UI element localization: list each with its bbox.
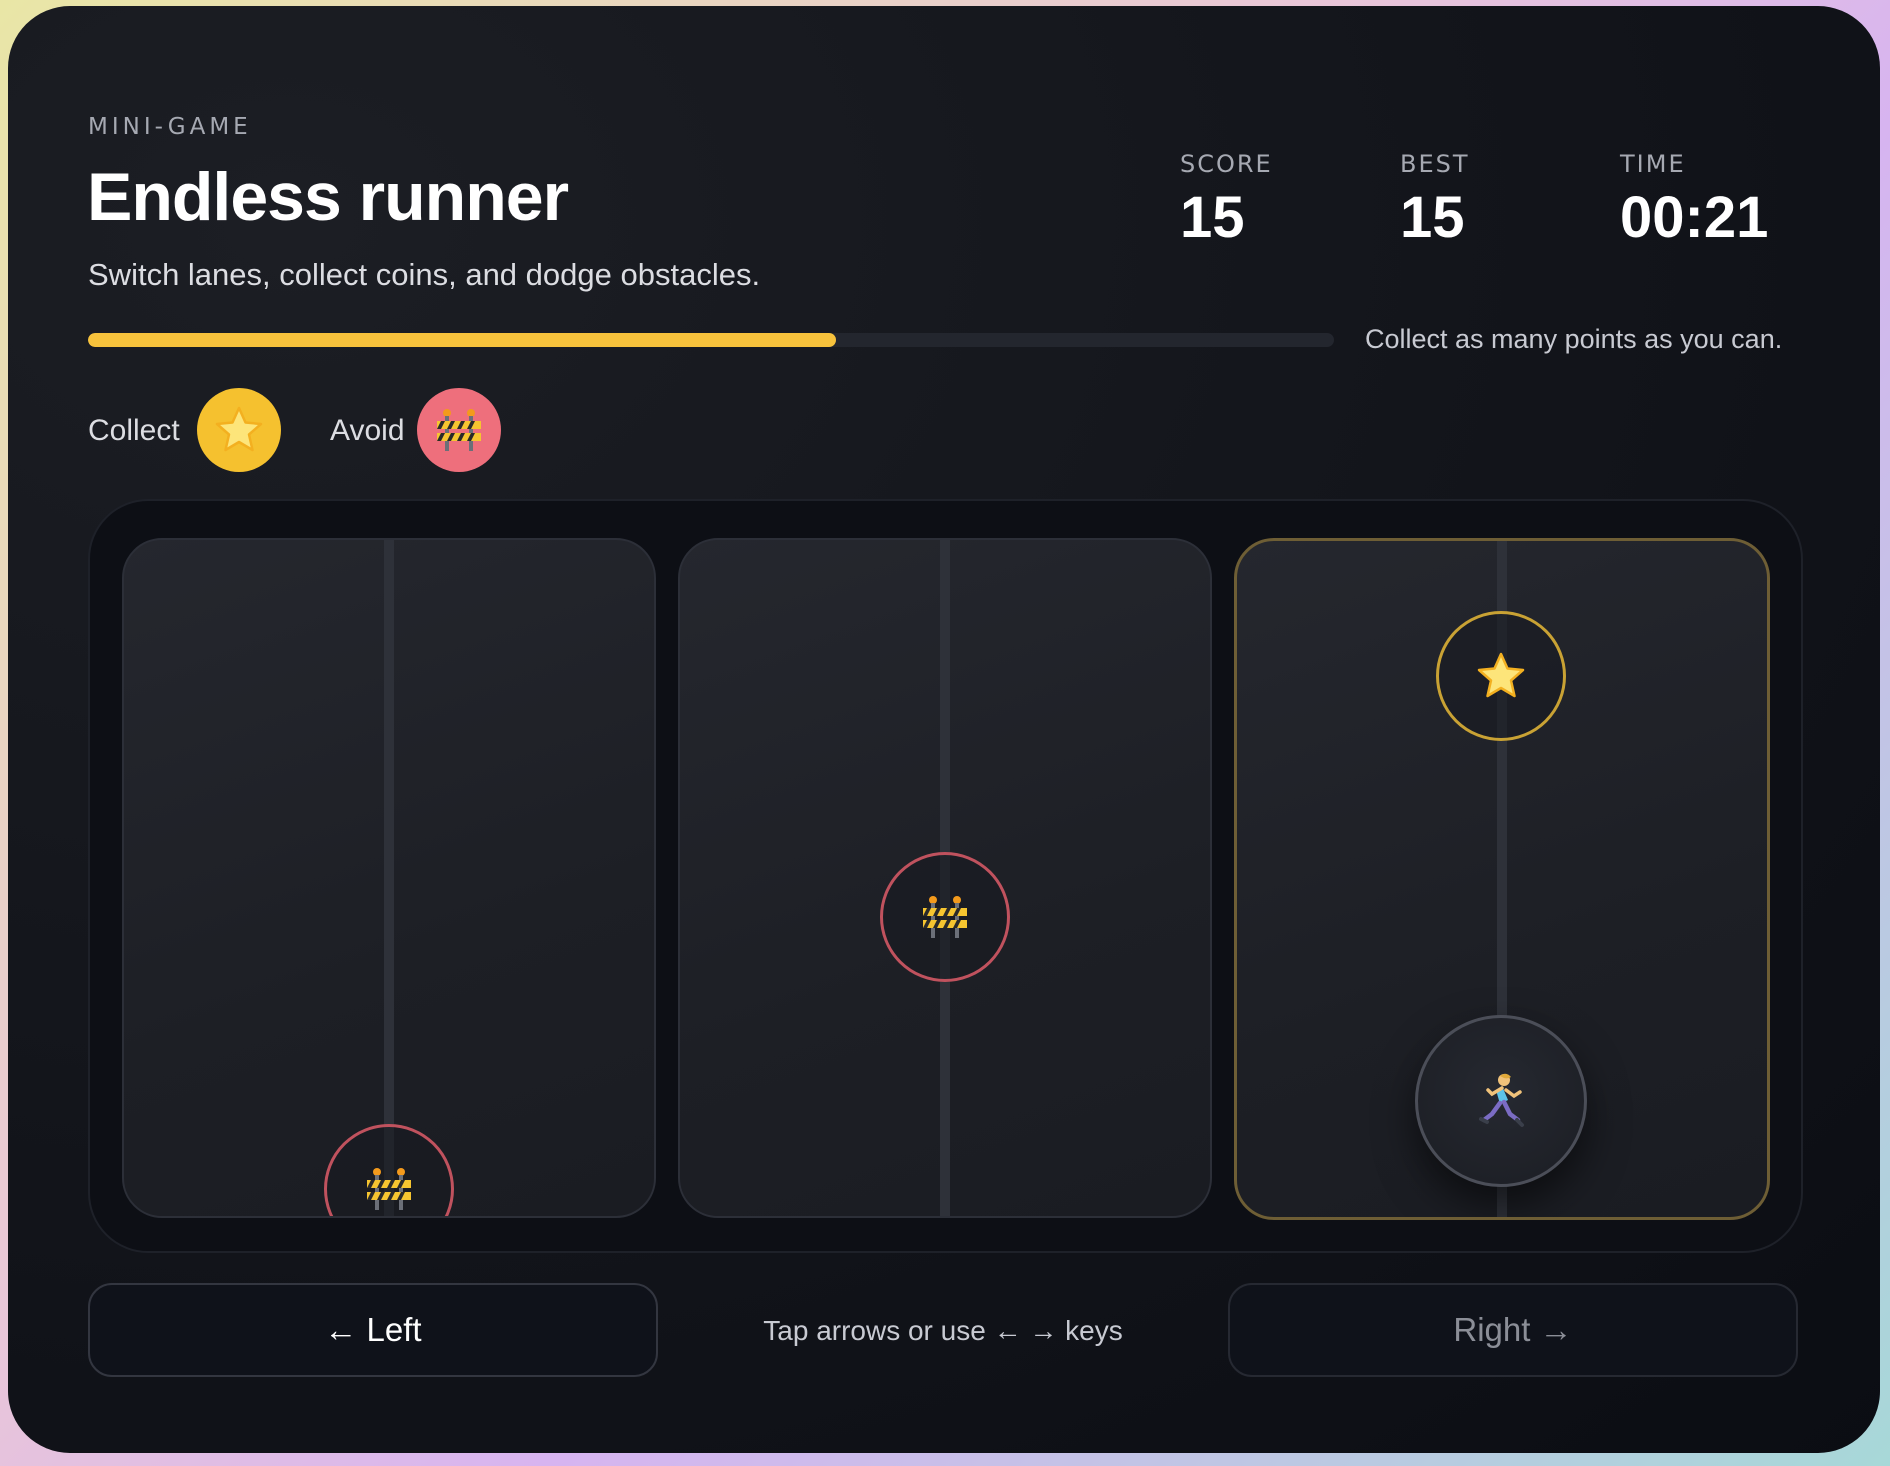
legend-avoid-label: Avoid	[330, 414, 405, 447]
lane-divider	[384, 540, 394, 1216]
page-title: Endless runner	[87, 159, 569, 235]
game-window: MINI-GAME Endless runner Switch lanes, c…	[8, 6, 1880, 1453]
controls-hint: Tap arrows or use ← → keys	[763, 1315, 1123, 1346]
score-value: 15	[1180, 185, 1245, 250]
time-value: 00:21	[1620, 185, 1769, 250]
move-right-button[interactable]: Right →	[1228, 1283, 1798, 1377]
coin-token	[1436, 611, 1566, 741]
progress-fill	[88, 333, 836, 347]
legend-collect-label: Collect	[88, 414, 180, 447]
progress-note: Collect as many points as you can.	[1365, 324, 1783, 354]
time-label: TIME	[1620, 150, 1686, 178]
construction-barrier-icon	[923, 896, 967, 938]
obstacle-token	[324, 1124, 454, 1216]
score-stat: SCORE 15	[1180, 150, 1273, 251]
lane-middle	[678, 538, 1212, 1218]
player-token	[1415, 1015, 1587, 1187]
progress-bar	[88, 333, 1334, 347]
page-subtitle: Switch lanes, collect coins, and dodge o…	[88, 257, 761, 292]
lane-left	[122, 538, 656, 1218]
time-stat: TIME 00:21	[1620, 150, 1768, 251]
star-icon	[215, 406, 263, 452]
best-value: 15	[1400, 185, 1465, 250]
construction-barrier-icon	[437, 409, 481, 451]
best-label: BEST	[1400, 150, 1470, 178]
eyebrow-label: MINI-GAME	[88, 114, 252, 140]
score-label: SCORE	[1180, 150, 1273, 178]
lane-right-active	[1234, 538, 1770, 1220]
legend-avoid-badge	[417, 388, 501, 472]
move-left-button[interactable]: ← Left	[88, 1283, 658, 1377]
legend-collect-badge	[197, 388, 281, 472]
obstacle-token	[880, 852, 1010, 982]
runner-icon	[1479, 1073, 1524, 1127]
star-icon	[1477, 652, 1525, 698]
best-stat: BEST 15	[1400, 150, 1470, 251]
construction-barrier-icon	[367, 1168, 411, 1210]
